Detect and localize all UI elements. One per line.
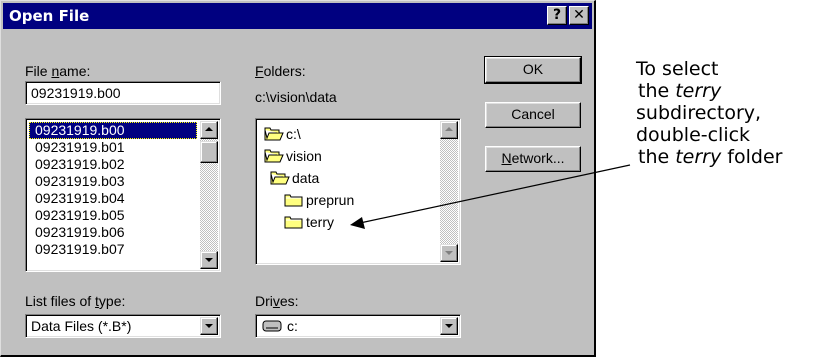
- callout-arrow: [350, 164, 631, 229]
